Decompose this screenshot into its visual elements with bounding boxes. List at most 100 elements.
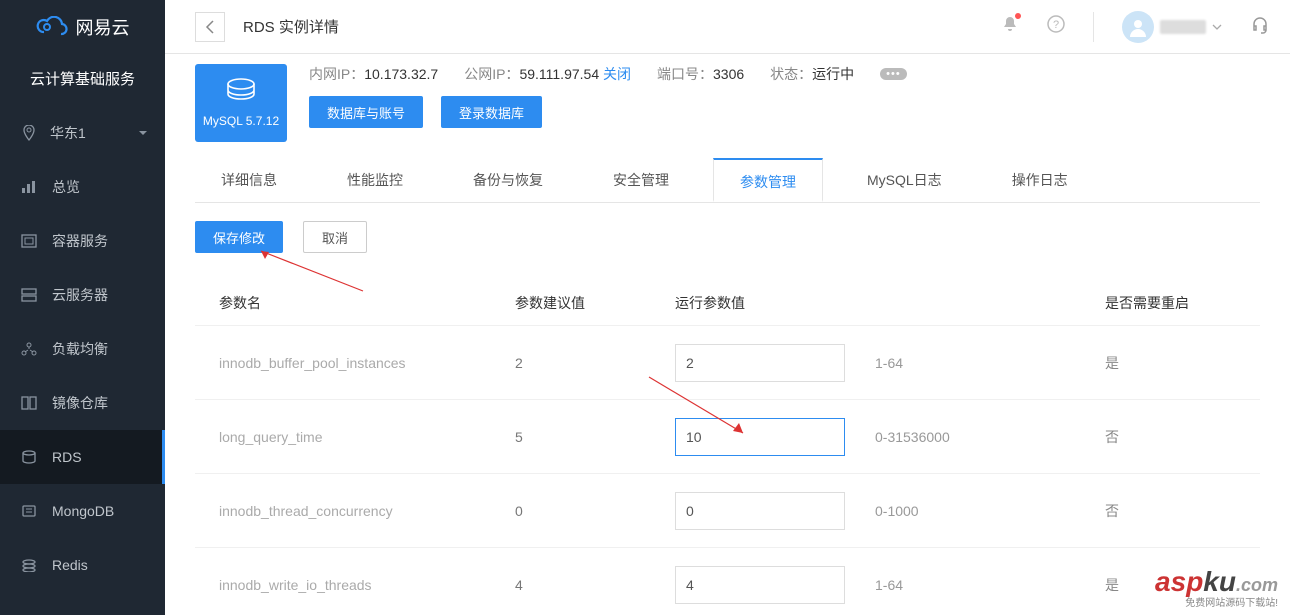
- main-content: MySQL 5.7.12 内网IP：10.173.32.7 公网IP：59.11…: [165, 54, 1290, 615]
- param-row: long_query_time50-31536000否: [195, 399, 1260, 473]
- sidebar-item-label: 云服务器: [52, 285, 108, 305]
- redis-icon: [20, 558, 38, 572]
- port: 3306: [713, 66, 744, 82]
- support-headset[interactable]: [1250, 14, 1270, 39]
- param-rec: 2: [515, 355, 675, 371]
- sidebar-item-rds[interactable]: RDS: [0, 430, 165, 484]
- notification-dot: [1015, 13, 1021, 19]
- location-icon: [20, 125, 38, 141]
- param-range: 0-31536000: [875, 429, 1105, 445]
- avatar-icon: [1128, 17, 1148, 37]
- param-row: innodb_buffer_pool_instances2 1-64是: [195, 325, 1260, 399]
- cancel-button[interactable]: 取消: [303, 221, 367, 253]
- sidebar-item-image[interactable]: 镜像仓库: [0, 376, 165, 430]
- sidebar-item-label: Redis: [52, 557, 88, 573]
- public-ip: 59.111.97.54: [519, 66, 599, 82]
- back-button[interactable]: [195, 12, 225, 42]
- tab-4[interactable]: 参数管理: [713, 158, 823, 202]
- page-title: RDS 实例详情: [243, 16, 339, 37]
- sidebar-item-label: 总览: [52, 177, 80, 197]
- separator: [1093, 12, 1094, 42]
- param-range: 1-64: [875, 577, 1105, 593]
- param-row: innodb_write_io_threads4 1-64是: [195, 547, 1260, 615]
- svg-text:?: ?: [1053, 19, 1059, 31]
- login-db-button[interactable]: 登录数据库: [441, 96, 542, 128]
- param-rec: 4: [515, 577, 675, 593]
- region-label: 华东1: [50, 123, 86, 143]
- more-actions[interactable]: •••: [880, 68, 907, 80]
- user-name-blurred: [1160, 20, 1206, 34]
- caret-down-icon: [139, 129, 147, 137]
- sidebar-item-server[interactable]: 云服务器: [0, 268, 165, 322]
- tab-6[interactable]: 操作日志: [986, 158, 1094, 202]
- param-range: 0-1000: [875, 503, 1105, 519]
- sidebar-item-mongo[interactable]: MongoDB: [0, 484, 165, 538]
- param-restart: 是: [1105, 353, 1205, 373]
- notification-bell[interactable]: [1001, 15, 1019, 38]
- container-icon: [20, 234, 38, 248]
- instance-header: MySQL 5.7.12 内网IP：10.173.32.7 公网IP：59.11…: [195, 64, 1260, 142]
- sidebar-title: 云计算基础服务: [0, 54, 165, 106]
- rds-icon: [20, 450, 38, 464]
- param-name: innodb_thread_concurrency: [195, 503, 515, 519]
- action-row: 保存修改 取消: [195, 221, 1260, 253]
- cloud-logo-icon: [36, 16, 70, 38]
- param-rec: 0: [515, 503, 675, 519]
- col-rec-value: 参数建议值: [515, 293, 675, 313]
- database-icon: [224, 78, 258, 108]
- help-button[interactable]: ?: [1047, 15, 1065, 38]
- param-range: 1-64: [875, 355, 1105, 371]
- sidebar-item-label: RDS: [52, 449, 82, 465]
- param-input[interactable]: [675, 418, 845, 456]
- overview-icon: [20, 180, 38, 194]
- mongo-icon: [20, 504, 38, 518]
- status: 运行中: [812, 66, 854, 82]
- param-input[interactable]: [675, 344, 845, 382]
- col-restart: 是否需要重启: [1105, 293, 1205, 313]
- server-icon: [20, 288, 38, 302]
- image-icon: [20, 396, 38, 410]
- param-input[interactable]: [675, 492, 845, 530]
- db-engine-badge: MySQL 5.7.12: [195, 64, 287, 142]
- db-account-button[interactable]: 数据库与账号: [309, 96, 423, 128]
- chevron-left-icon: [205, 20, 215, 34]
- sidebar-item-container[interactable]: 容器服务: [0, 214, 165, 268]
- tab-3[interactable]: 安全管理: [587, 158, 695, 202]
- param-row: innodb_thread_concurrency0 0-1000否: [195, 473, 1260, 547]
- user-menu[interactable]: [1122, 11, 1222, 43]
- top-right-tools: ?: [1001, 11, 1270, 43]
- top-header: 网易云 RDS 实例详情 ?: [0, 0, 1290, 54]
- sidebar-item-lb[interactable]: 负载均衡: [0, 322, 165, 376]
- avatar: [1122, 11, 1154, 43]
- region-selector[interactable]: 华东1: [0, 106, 165, 160]
- save-button[interactable]: 保存修改: [195, 221, 283, 253]
- sidebar-item-label: MongoDB: [52, 503, 114, 519]
- tab-2[interactable]: 备份与恢复: [447, 158, 569, 202]
- col-run-value: 运行参数值: [675, 293, 875, 313]
- private-ip: 10.173.32.7: [364, 66, 438, 82]
- sidebar-item-label: 镜像仓库: [52, 393, 108, 413]
- sidebar-item-overview[interactable]: 总览: [0, 160, 165, 214]
- chevron-down-icon: [1212, 24, 1222, 30]
- param-restart: 是: [1105, 575, 1205, 595]
- sidebar-item-label: 容器服务: [52, 231, 108, 251]
- param-input[interactable]: [675, 566, 845, 604]
- tab-0[interactable]: 详细信息: [195, 158, 303, 202]
- param-restart: 否: [1105, 501, 1205, 521]
- help-icon: ?: [1047, 15, 1065, 33]
- table-header: 参数名 参数建议值 运行参数值 是否需要重启: [195, 281, 1260, 325]
- close-public-ip[interactable]: 关闭: [603, 66, 631, 82]
- engine-label: MySQL 5.7.12: [203, 114, 279, 128]
- sidebar-item-label: 负载均衡: [52, 339, 108, 359]
- param-name: innodb_buffer_pool_instances: [195, 355, 515, 371]
- param-name: innodb_write_io_threads: [195, 577, 515, 593]
- sidebar-item-redis[interactable]: Redis: [0, 538, 165, 592]
- param-rec: 5: [515, 429, 675, 445]
- brand-logo[interactable]: 网易云: [0, 0, 165, 54]
- lb-icon: [20, 342, 38, 356]
- param-restart: 否: [1105, 427, 1205, 447]
- headset-icon: [1250, 14, 1270, 34]
- brand-name: 网易云: [76, 14, 130, 40]
- tab-5[interactable]: MySQL日志: [841, 158, 968, 202]
- tab-1[interactable]: 性能监控: [321, 158, 429, 202]
